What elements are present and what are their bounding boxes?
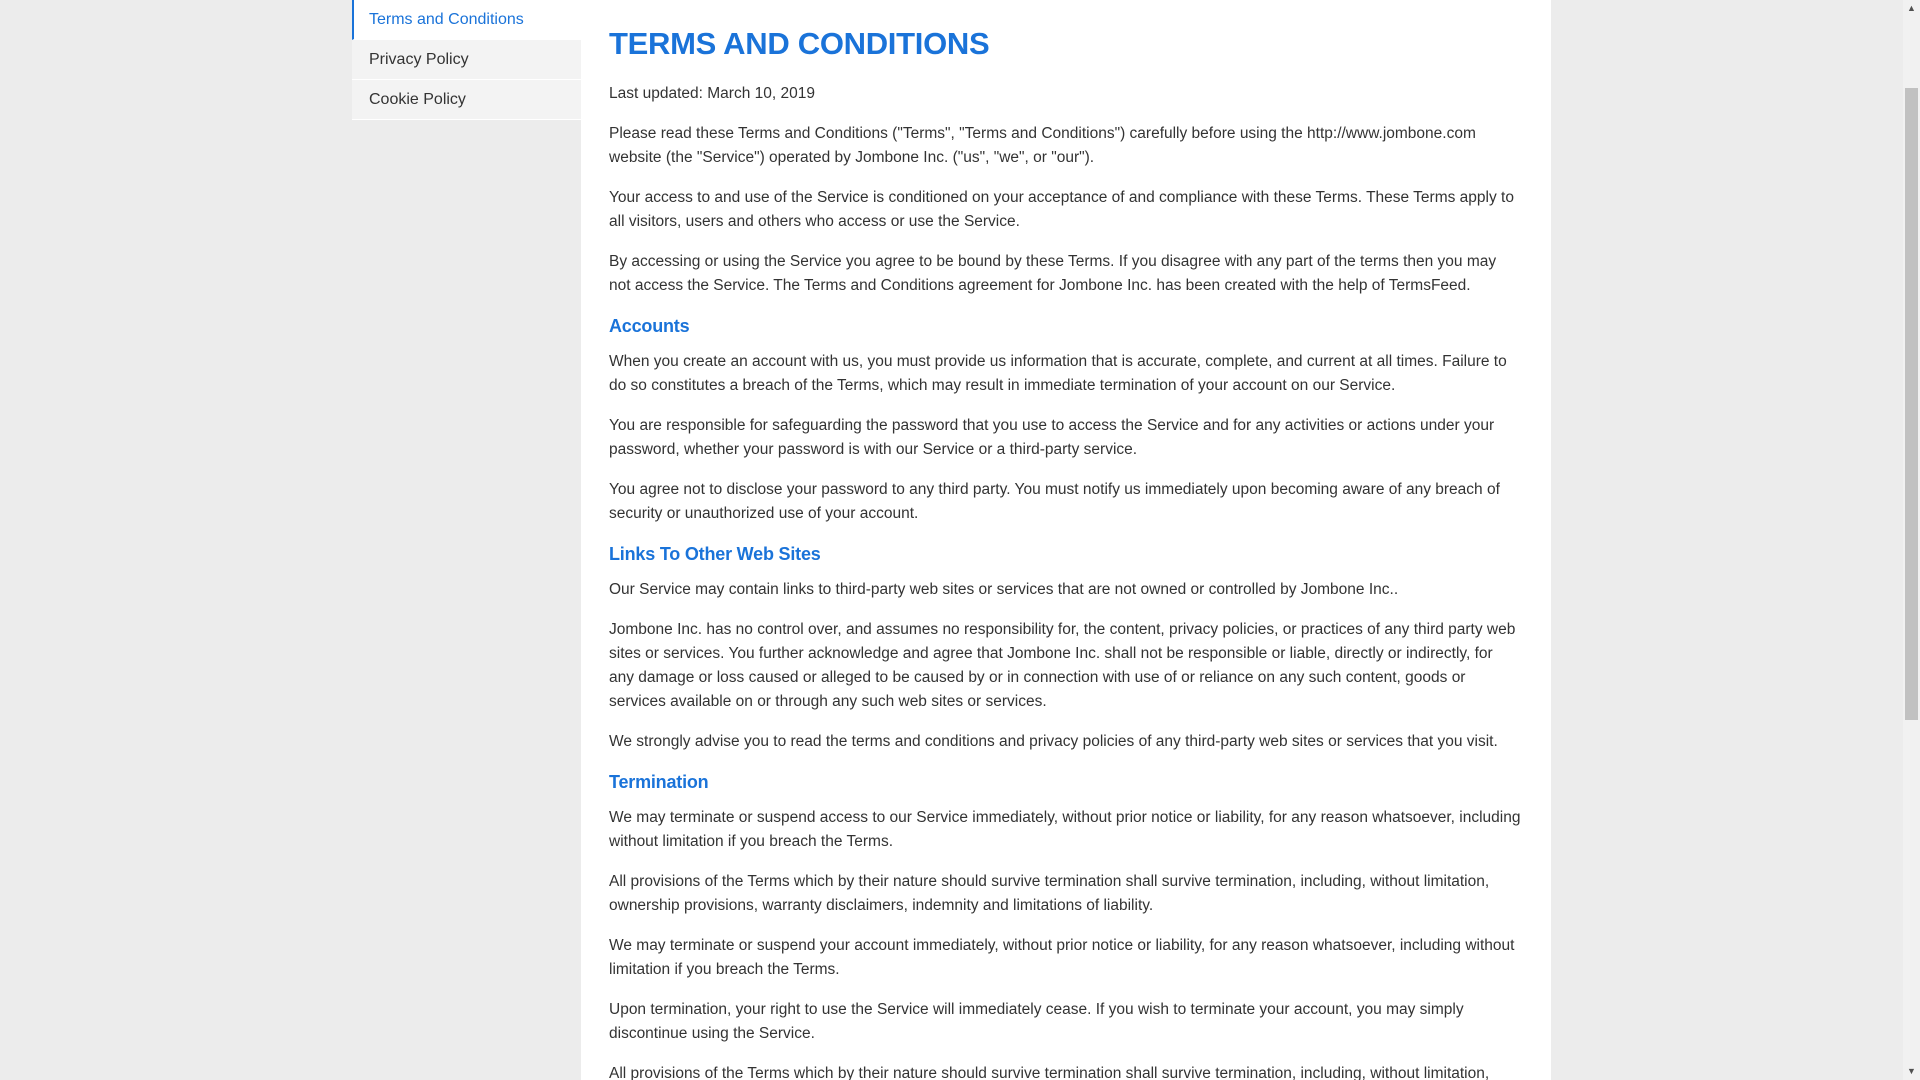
section-paragraph: We may terminate or suspend access to ou… (609, 809, 1521, 850)
section-heading-termination: Termination (609, 772, 709, 792)
sidebar-item-cookie-policy[interactable]: Cookie Policy (352, 80, 581, 120)
section-paragraph: Jombone Inc. has no control over, and as… (609, 621, 1516, 710)
section-paragraph: We may terminate or suspend your account… (609, 937, 1515, 978)
section-heading-links: Links To Other Web Sites (609, 544, 821, 564)
page-title: TERMS AND CONDITIONS (609, 26, 990, 61)
vertical-scrollbar[interactable]: ▲ ▼ (1903, 0, 1920, 1080)
section-paragraph: You are responsible for safeguarding the… (609, 417, 1495, 458)
scroll-down-arrow-icon[interactable]: ▼ (1903, 1063, 1920, 1080)
section-paragraph: We strongly advise you to read the terms… (609, 733, 1498, 750)
section-paragraph: You agree not to disclose your password … (609, 481, 1500, 522)
intro-paragraph: Your access to and use of the Service is… (609, 189, 1514, 230)
scrollbar-thumb[interactable] (1905, 88, 1918, 720)
page: Terms and Conditions Privacy Policy Cook… (0, 0, 1920, 1080)
section-paragraph: When you create an account with us, you … (609, 353, 1507, 394)
intro-paragraph: By accessing or using the Service you ag… (609, 253, 1497, 294)
section-paragraph: Our Service may contain links to third-p… (609, 581, 1399, 598)
sidebar-nav: Terms and Conditions Privacy Policy Cook… (352, 0, 581, 120)
last-updated-text: Last updated: March 10, 2019 (609, 85, 815, 102)
section-paragraph: Upon termination, your right to use the … (609, 1001, 1464, 1042)
intro-paragraph: Please read these Terms and Conditions (… (609, 125, 1476, 166)
sidebar-item-terms-and-conditions[interactable]: Terms and Conditions (352, 0, 581, 40)
section-paragraph: All provisions of the Terms which by the… (609, 873, 1490, 914)
sidebar-item-privacy-policy[interactable]: Privacy Policy (352, 40, 581, 80)
section-paragraph: All provisions of the Terms which by the… (609, 1065, 1490, 1080)
section-heading-accounts: Accounts (609, 316, 690, 336)
main-content: TERMS AND CONDITIONS Last updated: March… (581, 0, 1551, 1080)
scroll-up-arrow-icon[interactable]: ▲ (1903, 0, 1920, 17)
